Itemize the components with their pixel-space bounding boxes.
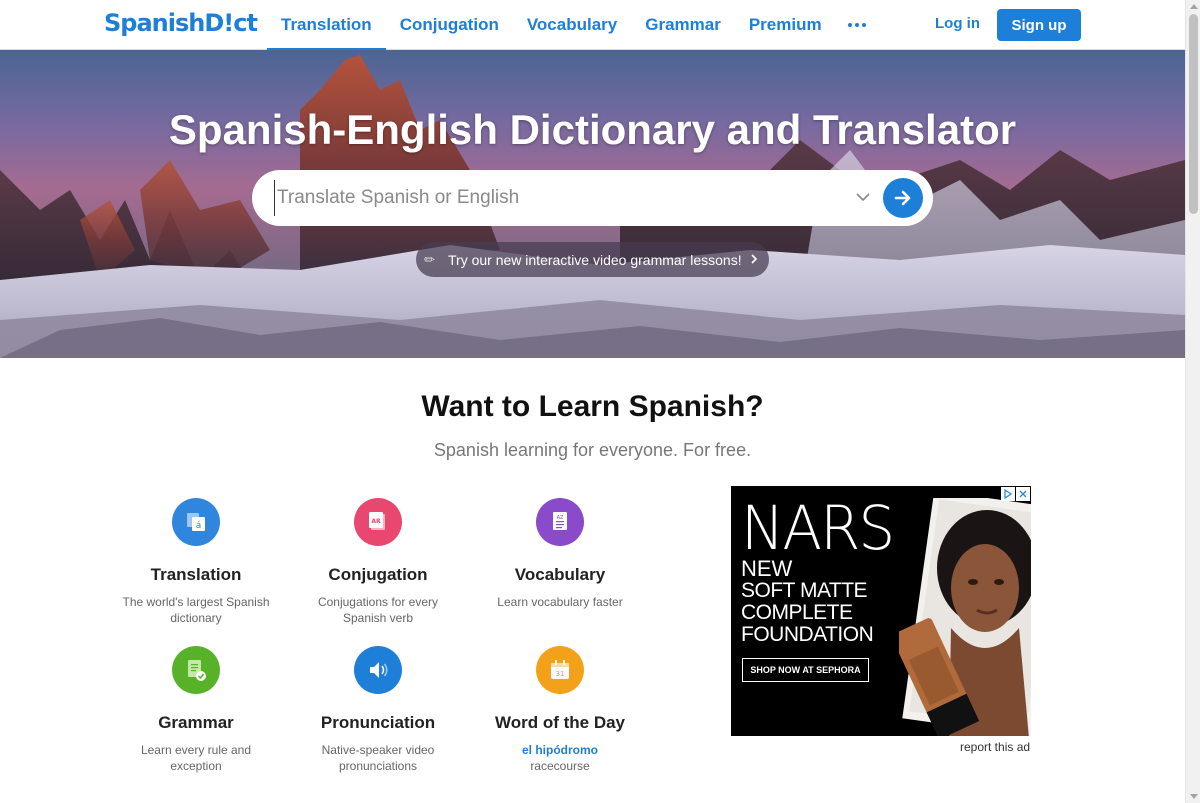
feature-pronunciation[interactable]: Pronunciation Native-speaker video pronu… (298, 646, 458, 774)
ad-brand-logo: NARS (741, 492, 895, 564)
nav-vocabulary[interactable]: Vocabulary (513, 0, 631, 50)
search-input[interactable] (274, 180, 834, 216)
scroll-down-icon[interactable] (1190, 794, 1198, 799)
ad-line-3: COMPLETE (741, 601, 853, 624)
conjugation-icon: AR (354, 498, 402, 546)
feature-desc: The world's largest Spanish dictionary (122, 595, 270, 625)
word-of-the-day-meaning: racecourse (530, 759, 590, 773)
svg-text:31: 31 (556, 670, 565, 678)
ad-line-2: SOFT MATTE (741, 579, 868, 602)
feature-title: Pronunciation (320, 713, 436, 732)
feature-desc: Native-speaker video pronunciations (321, 743, 435, 773)
hero-title: Spanish-English Dictionary and Translato… (168, 106, 1017, 153)
speaker-icon (354, 646, 402, 694)
ad-close-icon[interactable] (1016, 487, 1030, 501)
search-box (252, 170, 933, 226)
learn-title: Want to Learn Spanish? (421, 390, 764, 423)
feature-title: Grammar (158, 713, 234, 732)
pencil-icon: ✏ (424, 251, 435, 267)
feature-title: Translation (150, 565, 242, 584)
site-header: SpanishD!ct Translation Conjugation Voca… (0, 0, 1185, 51)
scrollbar-thumb[interactable] (1189, 14, 1198, 214)
grammar-icon (172, 646, 220, 694)
grammar-lessons-promo[interactable]: ✏ Try our new interactive video grammar … (416, 242, 769, 277)
model-photo (899, 498, 1031, 736)
adchoices-icon[interactable] (1001, 487, 1015, 501)
more-menu-icon[interactable] (836, 0, 878, 50)
ad-line-4: FOUNDATION (741, 623, 874, 646)
nav-translation[interactable]: Translation (267, 0, 386, 51)
feature-title: Word of the Day (494, 713, 626, 732)
chevron-right-icon (750, 252, 758, 268)
nav-conjugation[interactable]: Conjugation (386, 0, 513, 50)
feature-title: Conjugation (328, 565, 428, 584)
promo-text: Try our new interactive video grammar le… (448, 251, 742, 268)
svg-text:AZ: AZ (557, 515, 564, 521)
feature-conjugation[interactable]: AR Conjugation Conjugations for every Sp… (298, 498, 458, 626)
translate-go-button[interactable] (883, 178, 923, 218)
translation-icon: á (172, 498, 220, 546)
feature-translation[interactable]: á Translation The world's largest Spanis… (116, 498, 276, 626)
nav-premium[interactable]: Premium (735, 0, 836, 50)
svg-text:á: á (196, 521, 202, 531)
feature-desc: Conjugations for every Spanish verb (317, 595, 439, 625)
word-of-the-day-link[interactable]: el hipódromo (480, 742, 640, 758)
report-ad-link[interactable]: report this ad (960, 740, 1030, 754)
feature-word-of-the-day[interactable]: 31 Word of the Day el hipódromo racecour… (480, 646, 640, 774)
chevron-down-icon[interactable] (855, 191, 871, 203)
feature-desc: Learn every rule and exception (140, 743, 252, 773)
arrow-right-icon (894, 190, 911, 206)
hero-banner: Spanish-English Dictionary and Translato… (0, 50, 1185, 358)
feature-title: Vocabulary (514, 565, 606, 584)
ad-cta-button[interactable]: SHOP NOW AT SEPHORA (742, 658, 869, 682)
login-link[interactable]: Log in (935, 15, 980, 32)
main-nav: Translation Conjugation Vocabulary Gramm… (267, 0, 878, 51)
nav-grammar[interactable]: Grammar (631, 0, 735, 50)
calendar-icon: 31 (536, 646, 584, 694)
page-scrollbar[interactable] (1185, 0, 1200, 803)
feature-desc: Learn vocabulary faster (497, 595, 623, 609)
scroll-up-icon[interactable] (1190, 4, 1198, 9)
spanishdict-logo[interactable]: SpanishD!ct (104, 9, 258, 37)
feature-vocabulary[interactable]: AZ Vocabulary Learn vocabulary faster (480, 498, 640, 610)
feature-grammar[interactable]: Grammar Learn every rule and exception (116, 646, 276, 774)
vocabulary-icon: AZ (536, 498, 584, 546)
svg-text:AR: AR (371, 518, 381, 525)
signup-button[interactable]: Sign up (997, 9, 1081, 41)
nars-advertisement[interactable]: NARS NEW SOFT MATTE COMPLETE FOUNDATION … (731, 486, 1031, 736)
learn-subtitle: Spanish learning for everyone. For free. (433, 440, 752, 460)
